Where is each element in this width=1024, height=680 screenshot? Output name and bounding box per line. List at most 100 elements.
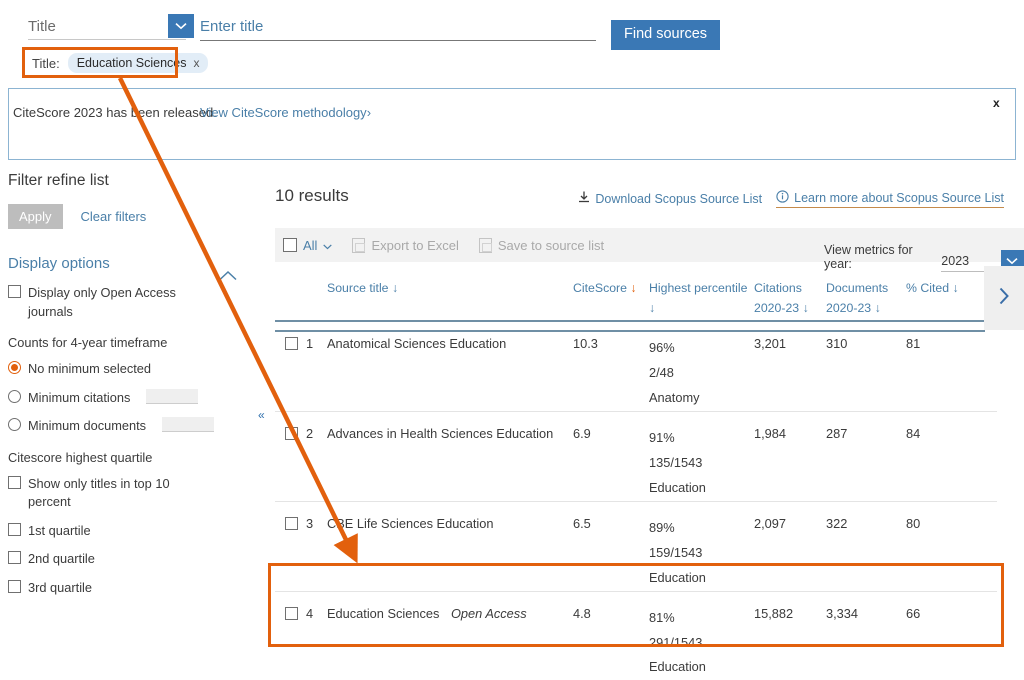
sort-arrow-icon[interactable]: ↓ xyxy=(803,301,809,315)
find-sources-button[interactable]: Find sources xyxy=(611,20,721,51)
row-number: 4 xyxy=(306,605,314,621)
filter-actions: Apply Clear filters xyxy=(8,204,250,229)
row-number: 2 xyxy=(306,425,314,441)
radio-no-minimum[interactable]: No minimum selected xyxy=(8,360,250,379)
search-field-underline xyxy=(28,39,186,40)
table-row[interactable]: 2 Advances in Health Sciences Education … xyxy=(275,412,997,502)
citescore-methodology-link[interactable]: View CiteScore methodology› xyxy=(200,105,371,120)
chevron-up-icon[interactable] xyxy=(219,268,237,286)
checkbox-icon[interactable] xyxy=(8,475,21,489)
table-row[interactable]: 4 Education Sciences Open Access 4.8 81%… xyxy=(275,592,997,680)
close-icon[interactable]: x xyxy=(194,56,200,70)
collapse-panel-icon[interactable]: « xyxy=(258,408,265,422)
column-header-pct-cited[interactable]: % Cited ↓ xyxy=(906,278,986,298)
search-field-select-value: Title xyxy=(28,18,56,35)
radio-icon[interactable] xyxy=(8,418,21,432)
radio-min-documents[interactable]: Minimum documents xyxy=(8,417,250,436)
search-input-underline xyxy=(200,40,596,41)
clear-filters-link[interactable]: Clear filters xyxy=(81,209,147,224)
apply-filters-button[interactable]: Apply xyxy=(8,204,63,229)
checkbox-icon[interactable] xyxy=(8,285,21,298)
search-bar: Title Enter title Find sources xyxy=(0,0,1024,51)
row-rank: 135/1543 xyxy=(649,454,703,470)
sort-arrow-icon[interactable]: ↓ xyxy=(392,281,398,295)
row-source-title[interactable]: Advances in Health Sciences Education xyxy=(327,426,553,441)
download-source-list-link[interactable]: Download Scopus Source List xyxy=(578,191,762,207)
checkbox-top-10-percent[interactable]: Show only titles in top 10 percent xyxy=(8,475,250,512)
sort-arrow-icon[interactable]: ↓ xyxy=(875,301,881,315)
learn-more-source-list-label: Learn more about Scopus Source List xyxy=(794,191,1004,205)
row-percentile: 81% xyxy=(649,609,675,625)
banner-close-button[interactable]: x xyxy=(993,96,1000,110)
applied-filters: Title: Education Sciences x xyxy=(22,48,218,78)
checkbox-open-access[interactable]: Display only Open Access journals xyxy=(8,284,250,321)
column-header-source-title-label: Source title xyxy=(327,281,389,295)
sources-table: Source title ↓ CiteScore ↓ Highest perce… xyxy=(275,266,997,680)
column-header-citescore[interactable]: CiteScore ↓ xyxy=(573,278,649,298)
row-percentile: 91% xyxy=(649,429,675,445)
checkbox-quartile-2[interactable]: 2nd quartile xyxy=(8,550,250,569)
row-checkbox[interactable] xyxy=(285,606,298,620)
min-citations-input[interactable] xyxy=(146,388,199,404)
sort-arrow-icon-active[interactable]: ↓ xyxy=(630,281,636,295)
row-pct-cited: 81 xyxy=(906,336,921,351)
min-documents-input[interactable] xyxy=(162,417,215,433)
row-documents: 3,334 xyxy=(826,605,859,621)
row-checkbox[interactable] xyxy=(285,337,298,350)
select-all-control[interactable]: All xyxy=(283,238,333,253)
column-header-citations[interactable]: Citations 2020-23 ↓ xyxy=(754,278,826,319)
filter-sidebar: Filter refine list Apply Clear filters D… xyxy=(0,172,250,597)
checkbox-icon[interactable] xyxy=(8,522,21,536)
column-header-documents[interactable]: Documents 2020-23 ↓ xyxy=(826,278,906,319)
info-icon xyxy=(776,190,789,206)
row-source-title[interactable]: Anatomical Sciences Education xyxy=(327,336,506,351)
chevron-right-icon[interactable] xyxy=(998,286,1010,311)
sort-arrow-icon[interactable]: ↓ xyxy=(649,301,655,315)
row-number: 3 xyxy=(306,515,314,531)
checkbox-quartile-1[interactable]: 1st quartile xyxy=(8,522,250,541)
row-checkbox[interactable] xyxy=(285,516,298,530)
row-source-title[interactable]: CBE Life Sciences Education xyxy=(327,516,493,531)
radio-min-documents-label: Minimum documents xyxy=(28,418,147,434)
table-row[interactable]: 1 Anatomical Sciences Education 10.3 96%… xyxy=(275,322,997,412)
save-to-source-list-button[interactable]: Save to source list xyxy=(478,237,604,253)
row-checkbox[interactable] xyxy=(285,426,298,440)
row-highest-percentile: 96% 2/48 Anatomy xyxy=(649,336,754,411)
column-header-citations-label: Citations 2020-23 xyxy=(754,281,802,316)
search-field-select[interactable]: Title xyxy=(28,18,188,40)
column-header-pct-cited-label: % Cited xyxy=(906,281,950,295)
table-row[interactable]: 3 CBE Life Sciences Education 6.5 89% 15… xyxy=(275,502,997,592)
row-documents: 287 xyxy=(826,425,848,441)
checkbox-open-access-label: Display only Open Access journals xyxy=(28,285,176,319)
row-citations: 15,882 xyxy=(754,605,794,621)
radio-icon[interactable] xyxy=(8,389,21,403)
column-header-highest-percentile[interactable]: Highest percentile ↓ xyxy=(649,278,754,319)
column-header-source-title[interactable]: Source title ↓ xyxy=(327,278,573,298)
row-source-title[interactable]: Education Sciences xyxy=(327,606,439,621)
chevron-right-icon: › xyxy=(366,105,372,120)
radio-min-citations[interactable]: Minimum citations xyxy=(8,388,250,408)
row-documents: 310 xyxy=(826,336,848,351)
chevron-down-icon[interactable] xyxy=(168,14,194,38)
sort-arrow-icon[interactable]: ↓ xyxy=(952,281,958,295)
search-input[interactable]: Enter title xyxy=(200,18,600,41)
checkbox-icon[interactable] xyxy=(283,238,297,252)
row-citescore: 4.8 xyxy=(573,605,591,621)
radio-icon-selected[interactable] xyxy=(8,361,21,375)
checkbox-icon[interactable] xyxy=(8,551,21,565)
row-subject: Education xyxy=(649,569,706,585)
learn-more-source-list-link[interactable]: Learn more about Scopus Source List xyxy=(776,190,1004,208)
applied-filter-chip[interactable]: Education Sciences x xyxy=(67,53,208,73)
row-citescore: 6.9 xyxy=(573,425,591,441)
table-scroll-right[interactable] xyxy=(984,266,1024,330)
quartile-heading: Citescore highest quartile xyxy=(8,449,153,465)
download-icon xyxy=(578,191,590,207)
chevron-down-icon[interactable] xyxy=(323,238,333,253)
checkbox-quartile-3[interactable]: 3rd quartile xyxy=(8,579,250,598)
applied-filter-chip-label: Education Sciences xyxy=(76,56,187,70)
checkbox-icon[interactable] xyxy=(8,579,21,593)
row-documents: 322 xyxy=(826,515,848,531)
export-to-excel-button[interactable]: Export to Excel xyxy=(352,237,459,253)
radio-no-minimum-label: No minimum selected xyxy=(28,361,152,377)
citescore-banner-text: CiteScore 2023 has been released. xyxy=(13,105,217,120)
